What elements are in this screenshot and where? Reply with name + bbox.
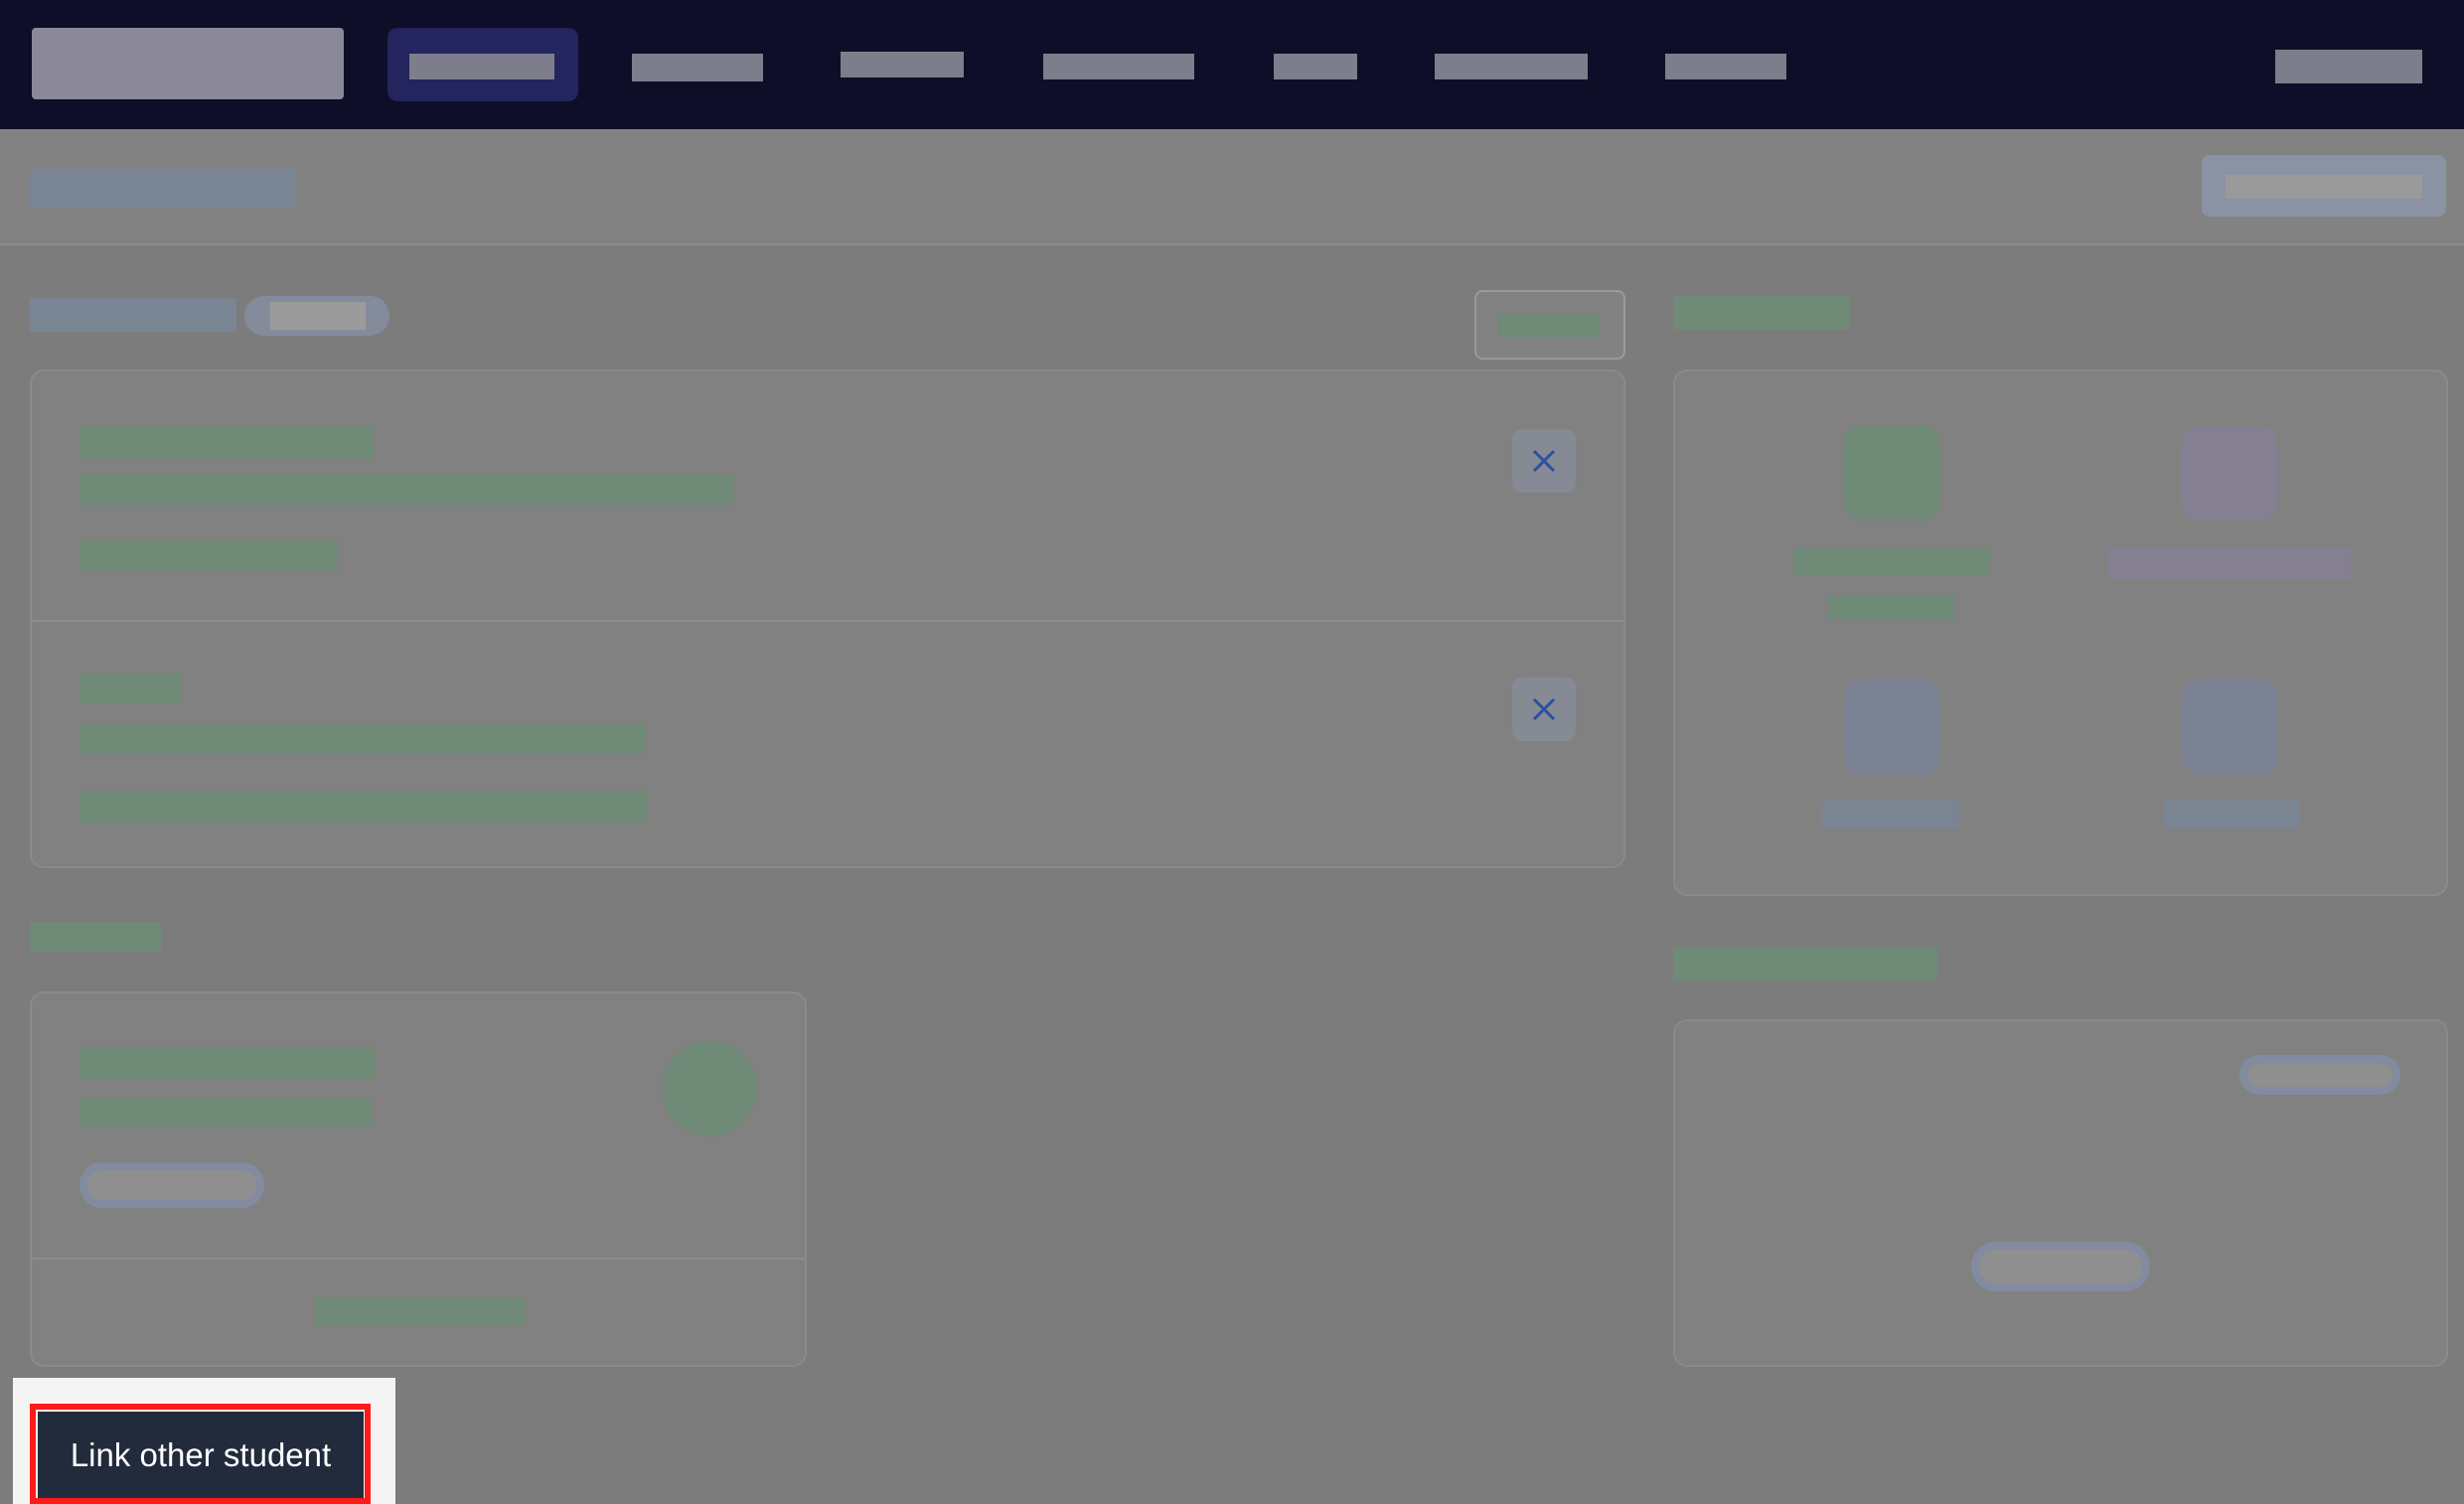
- list-item-subtitle: [79, 723, 646, 753]
- quick-link-icon[interactable]: [2182, 425, 2277, 521]
- page-header: [0, 129, 2464, 245]
- nav-item-active[interactable]: [387, 28, 578, 101]
- section-action-button[interactable]: [1474, 290, 1625, 360]
- remove-button[interactable]: [1512, 677, 1576, 741]
- calendar-card: [1673, 1019, 2448, 1367]
- nav-item[interactable]: [1274, 54, 1357, 79]
- close-icon: [1532, 697, 1556, 721]
- section-title: [30, 922, 161, 952]
- page-title: [30, 169, 296, 209]
- link-other-student-button[interactable]: Link other student: [38, 1412, 364, 1498]
- count-badge: [244, 296, 389, 336]
- quick-link-icon[interactable]: [1844, 425, 1939, 521]
- list-item-meta: [79, 540, 338, 570]
- nav-item[interactable]: [1043, 54, 1194, 79]
- top-navigation-bar: [0, 0, 2464, 129]
- quick-link-label: [2106, 548, 2351, 580]
- app-logo[interactable]: [32, 28, 344, 99]
- list-item-subtitle: [79, 475, 733, 505]
- close-icon: [1532, 449, 1556, 473]
- nav-item[interactable]: [1435, 54, 1588, 79]
- date-pill[interactable]: [2239, 1055, 2400, 1095]
- progress-circle: [662, 1041, 757, 1136]
- list-item-title: [79, 674, 181, 703]
- quick-link-icon[interactable]: [1844, 679, 1939, 775]
- card-subtitle: [79, 1099, 372, 1127]
- section-title: [1673, 948, 1937, 979]
- header-action-button[interactable]: [2202, 155, 2446, 217]
- quick-link-label: [2164, 801, 2299, 828]
- quick-link-icon[interactable]: [2182, 679, 2277, 775]
- nav-item[interactable]: [841, 52, 964, 77]
- remove-button[interactable]: [1512, 429, 1576, 493]
- section-title: [1673, 296, 1850, 330]
- list-item-title: [79, 425, 374, 459]
- quick-links-card: [1673, 370, 2448, 896]
- divider: [32, 1258, 805, 1260]
- quick-link-label: [1794, 548, 1989, 576]
- card-footer-link[interactable]: [316, 1297, 525, 1325]
- section-title: [30, 298, 236, 332]
- nav-item[interactable]: [632, 54, 763, 81]
- status-pill[interactable]: [79, 1162, 264, 1208]
- empty-state-button[interactable]: [1971, 1242, 2150, 1291]
- quick-link-label: [1822, 801, 1959, 828]
- divider: [32, 620, 1623, 622]
- summary-card: [30, 991, 807, 1367]
- account-menu[interactable]: [2275, 50, 2422, 83]
- list-item-meta: [79, 791, 648, 823]
- nav-item[interactable]: [1665, 54, 1786, 79]
- card-title: [79, 1047, 376, 1079]
- linked-students-card: [30, 370, 1625, 868]
- quick-link-sublabel: [1828, 596, 1953, 620]
